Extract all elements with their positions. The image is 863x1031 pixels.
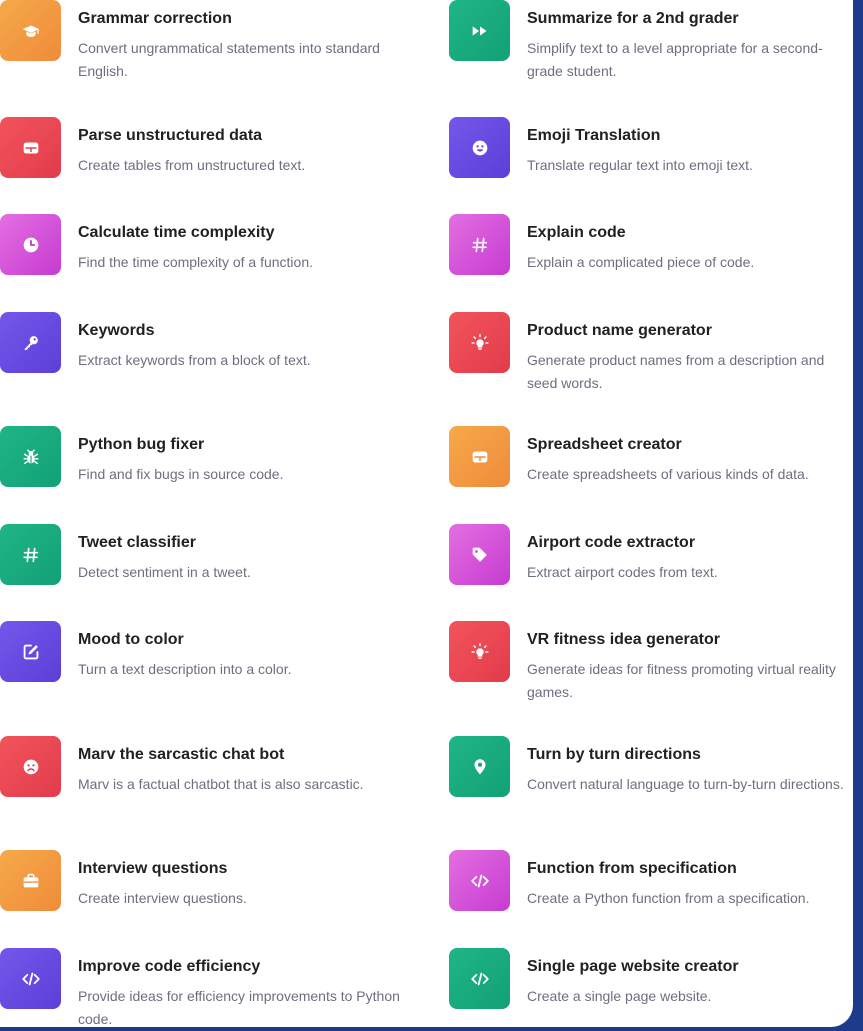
example-description: Create a single page website. bbox=[527, 988, 712, 1004]
example-description: Convert natural language to turn-by-turn… bbox=[527, 776, 844, 792]
example-description: Simplify text to a level appropriate for… bbox=[527, 40, 823, 79]
example-title: Calculate time complexity bbox=[78, 224, 275, 241]
clock-icon bbox=[0, 214, 61, 275]
example-title: Single page website creator bbox=[527, 958, 739, 975]
examples-panel: Grammar correction Convert ungrammatical… bbox=[0, 0, 853, 1027]
example-title: Product name generator bbox=[527, 322, 712, 339]
example-description: Create spreadsheets of various kinds of … bbox=[527, 466, 809, 482]
example-title: Turn by turn directions bbox=[527, 746, 701, 763]
example-title: Function from specification bbox=[527, 860, 737, 877]
example-description: Generate ideas for fitness promoting vir… bbox=[527, 661, 836, 700]
lightbulb-icon bbox=[449, 621, 510, 682]
edit-icon bbox=[0, 621, 61, 682]
graduation-cap-icon bbox=[0, 0, 61, 61]
example-description: Translate regular text into emoji text. bbox=[527, 157, 753, 173]
bug-icon bbox=[0, 426, 61, 487]
example-description: Marv is a factual chatbot that is also s… bbox=[78, 776, 364, 792]
smiley-face-icon bbox=[449, 117, 510, 178]
example-title: Summarize for a 2nd grader bbox=[527, 10, 739, 27]
example-description: Extract airport codes from text. bbox=[527, 564, 718, 580]
example-description: Find the time complexity of a function. bbox=[78, 254, 313, 270]
code-icon bbox=[449, 948, 510, 1009]
example-title: Tweet classifier bbox=[78, 534, 196, 551]
example-title: Interview questions bbox=[78, 860, 228, 877]
example-title: Python bug fixer bbox=[78, 436, 205, 453]
example-description: Extract keywords from a block of text. bbox=[78, 352, 311, 368]
example-title: Explain code bbox=[527, 224, 626, 241]
example-description: Create a Python function from a specific… bbox=[527, 890, 810, 906]
key-icon bbox=[0, 312, 61, 373]
example-title: Parse unstructured data bbox=[78, 127, 263, 144]
table-icon bbox=[449, 426, 510, 487]
example-description: Find and fix bugs in source code. bbox=[78, 466, 284, 482]
hashtag-icon bbox=[0, 524, 61, 585]
example-title: Keywords bbox=[78, 322, 155, 339]
example-title: Emoji Translation bbox=[527, 127, 661, 144]
code-icon bbox=[449, 850, 510, 911]
example-description: Explain a complicated piece of code. bbox=[527, 254, 755, 270]
map-pin-icon bbox=[449, 736, 510, 797]
example-title: Mood to color bbox=[78, 631, 184, 648]
example-title: VR fitness idea generator bbox=[527, 631, 720, 648]
tag-icon bbox=[449, 524, 510, 585]
example-description: Convert ungrammatical statements into st… bbox=[78, 40, 380, 79]
code-icon bbox=[0, 948, 61, 1009]
frown-face-icon bbox=[0, 736, 61, 797]
table-icon bbox=[0, 117, 61, 178]
example-description: Create tables from unstructured text. bbox=[78, 157, 306, 173]
example-description: Provide ideas for efficiency improvement… bbox=[78, 988, 400, 1027]
example-description: Turn a text description into a color. bbox=[78, 661, 292, 677]
fast-forward-icon bbox=[449, 0, 510, 61]
example-title: Improve code efficiency bbox=[78, 958, 261, 975]
example-title: Airport code extractor bbox=[527, 534, 696, 551]
example-description: Generate product names from a descriptio… bbox=[527, 352, 825, 391]
example-title: Grammar correction bbox=[78, 10, 232, 27]
briefcase-icon bbox=[0, 850, 61, 911]
example-description: Create interview questions. bbox=[78, 890, 247, 906]
example-description: Detect sentiment in a tweet. bbox=[78, 564, 251, 580]
hashtag-icon bbox=[449, 214, 510, 275]
lightbulb-icon bbox=[449, 312, 510, 373]
example-title: Spreadsheet creator bbox=[527, 436, 682, 453]
example-title: Marv the sarcastic chat bot bbox=[78, 746, 285, 763]
